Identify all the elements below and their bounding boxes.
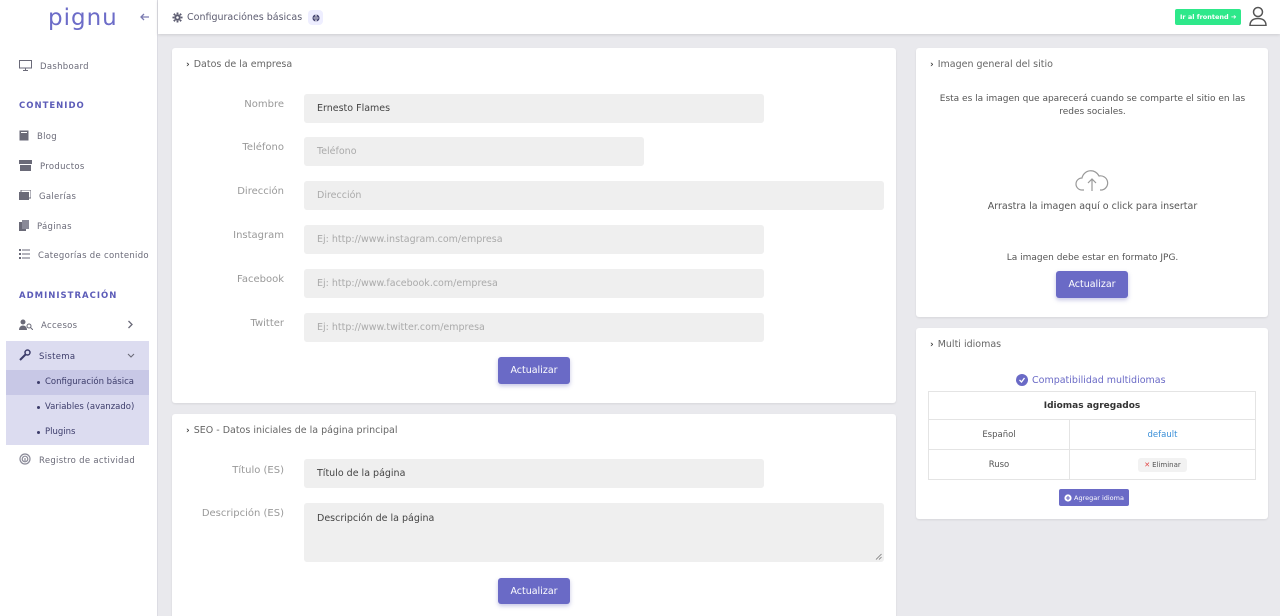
language-name: Ruso [928, 449, 1070, 480]
default-link[interactable]: default [1148, 430, 1178, 440]
table-header: Idiomas agregados [928, 391, 1256, 420]
facebook-input[interactable]: Ej: http://www.facebook.com/empresa [304, 269, 764, 298]
globe-icon[interactable] [308, 10, 324, 25]
images-icon [19, 189, 32, 203]
direccion-input[interactable]: Dirección [304, 181, 884, 210]
card-title: › SEO - Datos iniciales de la página prin… [186, 425, 398, 436]
chevron-right-icon: › [930, 339, 934, 350]
nombre-label: Nombre [244, 99, 284, 110]
sidebar-item-dashboard[interactable]: Dashboard [19, 60, 89, 74]
sidebar-item-label: Sistema [39, 351, 76, 362]
seo-card: › SEO - Datos iniciales de la página prin… [172, 414, 896, 616]
sidebar-item-sistema[interactable]: Sistema [19, 349, 75, 364]
monitor-icon [19, 60, 32, 74]
sidebar-subitem-config-basica[interactable]: Configuración básica [37, 377, 134, 387]
imagen-card: › Imagen general del sitio Esta es la ima… [916, 48, 1268, 317]
plus-circle-icon [1064, 493, 1072, 502]
nombre-input[interactable]: Ernesto Flames [304, 94, 764, 123]
twitter-input[interactable]: Ej: http://www.twitter.com/empresa [304, 313, 764, 342]
multilang-compat-status: Compatibilidad multidiomas [1016, 374, 1166, 386]
sidebar-item-label: Categorías de contenido [38, 250, 149, 261]
sidebar-item-label: Accesos [41, 321, 78, 331]
sidebar-item-accesos[interactable]: Accesos [19, 319, 77, 333]
list-icon [19, 249, 30, 262]
descripcion-textarea[interactable]: Descripción de la página [304, 503, 884, 562]
idiomas-card: › Multi idiomas Compatibilidad multidioma… [916, 328, 1268, 519]
users-key-icon [19, 319, 34, 333]
sidebar-subitem-plugins[interactable]: Plugins [37, 427, 75, 437]
empresa-update-button[interactable]: Actualizar [498, 357, 570, 384]
collapse-sidebar-icon[interactable] [139, 11, 151, 25]
descripcion-label: Descripción (ES) [201, 508, 284, 519]
chevron-right-icon [127, 320, 134, 332]
box-icon [19, 160, 32, 174]
twitter-label: Twitter [250, 318, 284, 329]
card-title: › Datos de la empresa [186, 59, 293, 70]
sidebar-item-label: Dashboard [40, 62, 89, 72]
add-language-button[interactable]: Agregar idioma [1059, 489, 1129, 506]
languages-table: Idiomas agregados Español default Ruso ✕… [928, 391, 1256, 480]
table-row: Español default [928, 419, 1256, 450]
gear-icon [172, 12, 183, 23]
imagen-description: Esta es la imagen que aparecerá cuando s… [939, 94, 1246, 117]
telefono-label: Teléfono [242, 142, 284, 153]
sidebar-subitem-variables[interactable]: Variables (avanzado) [37, 402, 134, 412]
sidebar-item-productos[interactable]: Productos [19, 160, 85, 174]
facebook-label: Facebook [237, 274, 284, 285]
titulo-input[interactable]: Título de la página [304, 459, 764, 488]
sidebar-item-label: Páginas [37, 222, 72, 232]
seo-update-button[interactable]: Actualizar [498, 578, 570, 604]
sidebar-item-label: Blog [37, 132, 57, 142]
sidebar: pignu Dashboard CONTENIDO Blog Productos… [0, 0, 158, 616]
fingerprint-icon [19, 453, 31, 468]
chevron-right-icon: › [186, 59, 190, 70]
check-circle-icon [1016, 374, 1028, 386]
chevron-right-icon: › [930, 59, 934, 70]
sidebar-item-label: Registro de actividad [39, 455, 136, 466]
sidebar-item-registro[interactable]: Registro de actividad [19, 453, 135, 468]
sidebar-item-paginas[interactable]: Páginas [19, 220, 72, 234]
sidebar-item-blog[interactable]: Blog [19, 130, 57, 144]
empresa-card: › Datos de la empresa Nombre Ernesto Flam… [172, 48, 896, 403]
breadcrumb: Configuraciónes básicas [172, 10, 324, 25]
section-heading-contenido: CONTENIDO [19, 101, 85, 111]
sidebar-item-galerias[interactable]: Galerías [19, 189, 77, 203]
cloud-upload-icon [1075, 170, 1109, 191]
sidebar-item-label: Productos [40, 162, 85, 172]
delete-language-button[interactable]: ✕ Eliminar [1138, 457, 1187, 472]
page-title: Configuraciónes básicas [187, 12, 303, 23]
language-name: Español [928, 419, 1070, 450]
sidebar-item-label: Galerías [39, 191, 77, 202]
table-row: Ruso ✕ Eliminar [928, 449, 1256, 480]
pages-icon [19, 220, 29, 234]
go-to-frontend-button[interactable]: Ir al frontend ➔ [1175, 9, 1242, 25]
wrench-icon [19, 349, 31, 364]
titulo-label: Título (ES) [232, 465, 284, 476]
sidebar-item-categorias[interactable]: Categorías de contenido [19, 249, 149, 262]
book-icon [19, 130, 29, 144]
dropzone-text: Arrastra la imagen aquí o click para ins… [987, 201, 1198, 212]
direccion-label: Dirección [237, 186, 284, 197]
card-title: › Multi idiomas [930, 339, 1002, 350]
user-icon[interactable] [1249, 6, 1267, 27]
chevron-down-icon [127, 351, 135, 362]
section-heading-administracion: ADMINISTRACIÓN [19, 291, 118, 301]
imagen-update-button[interactable]: Actualizar [1056, 271, 1128, 298]
app-logo[interactable]: pignu [48, 5, 118, 31]
resize-handle-icon[interactable] [875, 553, 882, 560]
close-icon: ✕ [1144, 460, 1151, 469]
card-title: › Imagen general del sitio [930, 59, 1053, 70]
dropzone[interactable]: Arrastra la imagen aquí o click para ins… [930, 163, 1255, 218]
telefono-input[interactable]: Teléfono [304, 137, 644, 166]
format-note: La imagen debe estar en formato JPG. [1006, 253, 1179, 263]
instagram-input[interactable]: Ej: http://www.instagram.com/empresa [304, 225, 764, 254]
instagram-label: Instagram [233, 230, 284, 241]
topbar: Configuraciónes básicas Ir al frontend ➔ [158, 0, 1280, 34]
chevron-right-icon: › [186, 425, 190, 436]
